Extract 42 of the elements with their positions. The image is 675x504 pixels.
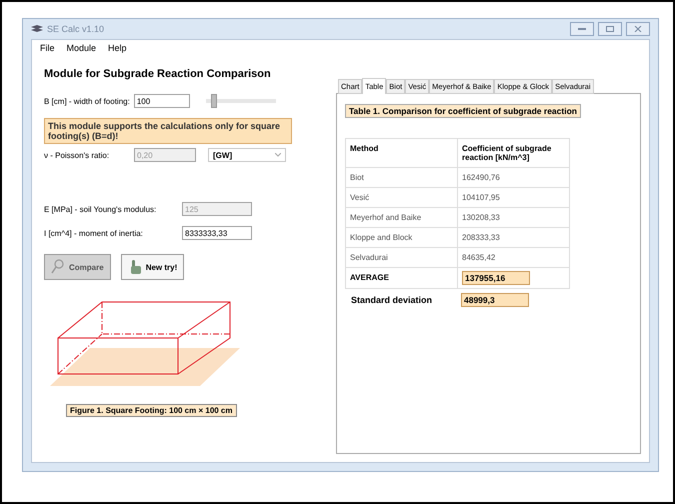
input-field[interactable]: 100 xyxy=(134,94,190,108)
chevron-down-icon xyxy=(275,153,281,157)
close-icon xyxy=(634,26,642,32)
table-cell: 208333,33 xyxy=(458,228,570,248)
table-cell: Biot xyxy=(346,168,458,188)
window-title: SE Calc v1.10 xyxy=(47,24,104,34)
notice-text: This module supports the calculations only for square footing(s) (B=d)! xyxy=(44,118,292,144)
table-cell: Meyerhof and Baike xyxy=(346,208,458,228)
maximize-button[interactable] xyxy=(598,22,622,36)
figure-caption: Figure 1. Square Footing: 100 cm × 100 cm xyxy=(66,404,236,417)
action-button[interactable]: Compare xyxy=(44,254,111,280)
table-cell: 104107,95 xyxy=(458,188,570,208)
average-label: AVERAGE xyxy=(346,268,458,289)
table-cell: 130208,33 xyxy=(458,208,570,228)
minimize-icon xyxy=(578,28,586,30)
field-label: I [cm^4] - moment of inertia: xyxy=(44,228,144,238)
table-cell: 162490,76 xyxy=(458,168,570,188)
minimize-button[interactable] xyxy=(570,22,594,36)
table-cell: Selvadurai xyxy=(346,248,458,268)
slider-thumb[interactable] xyxy=(211,94,218,108)
table-cell: Kloppe and Block xyxy=(346,228,458,248)
column-header: Method xyxy=(346,139,458,168)
module-title: Module for Subgrade Reaction Comparison xyxy=(44,68,272,80)
menu-item[interactable]: Module xyxy=(66,43,96,53)
table-cell: 84635,42 xyxy=(458,248,570,268)
field-label: B [cm] - width of footing: xyxy=(44,96,130,106)
table-caption: Table 1. Comparison for coefficient of subgrade reaction xyxy=(345,104,581,118)
menu-item[interactable]: Help xyxy=(108,43,127,53)
input-field[interactable]: 8333333,33 xyxy=(182,226,252,240)
average-value: 137955,16 xyxy=(462,271,530,285)
std-value: 48999,3 xyxy=(461,293,529,307)
app-icon xyxy=(31,24,43,34)
std-label: Standard deviation xyxy=(350,295,434,305)
field-label: ν - Poisson's ratio: xyxy=(44,150,110,160)
menu-item[interactable]: File xyxy=(40,43,55,53)
field-label: E [MPa] - soil Young's modulus: xyxy=(44,204,158,214)
column-header: Coefficient of subgrade reaction [kN/m^3] xyxy=(458,139,570,168)
action-button[interactable]: New try! xyxy=(120,254,184,280)
maximize-icon xyxy=(606,26,614,32)
close-button[interactable] xyxy=(626,22,650,36)
table-cell: Vesić xyxy=(346,188,458,208)
search-icon xyxy=(51,259,65,275)
